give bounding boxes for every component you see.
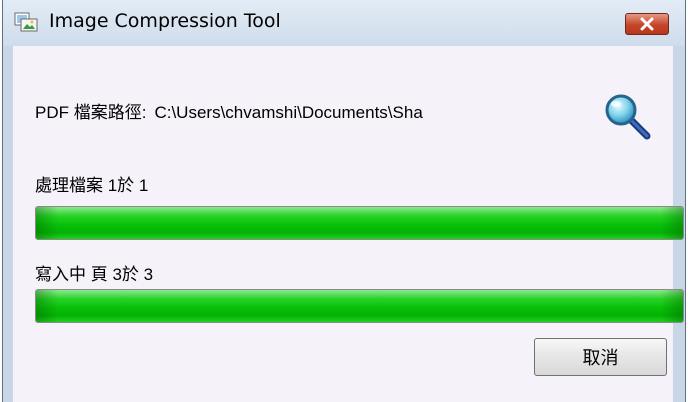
file-path-value: C:\Users\chvamshi\Documents\Sha [154,103,423,122]
close-button[interactable] [625,13,669,35]
app-icon [14,12,38,32]
file-progress-fill [36,207,683,239]
close-icon [640,17,654,31]
dialog-window: Image Compression Tool PDF 檔案路徑: C:\Users… [2,0,686,402]
dialog-content: PDF 檔案路徑: C:\Users\chvamshi\Documents\Sha… [13,46,684,402]
file-progress-label: 處理檔案 1於 1 [35,176,149,195]
page-progress-label: 寫入中 頁 3於 3 [35,265,154,284]
page-progress-fill [36,290,683,322]
title-bar[interactable]: Image Compression Tool [3,0,685,46]
magnifier-icon[interactable] [601,90,653,140]
file-progress-bar [35,206,684,240]
cancel-button[interactable]: 取消 [534,338,667,376]
file-path-row: PDF 檔案路徑: C:\Users\chvamshi\Documents\Sha [35,98,543,122]
file-path-label: PDF 檔案路徑: [35,103,147,122]
page-progress-bar [35,289,684,323]
window-title: Image Compression Tool [49,10,281,32]
